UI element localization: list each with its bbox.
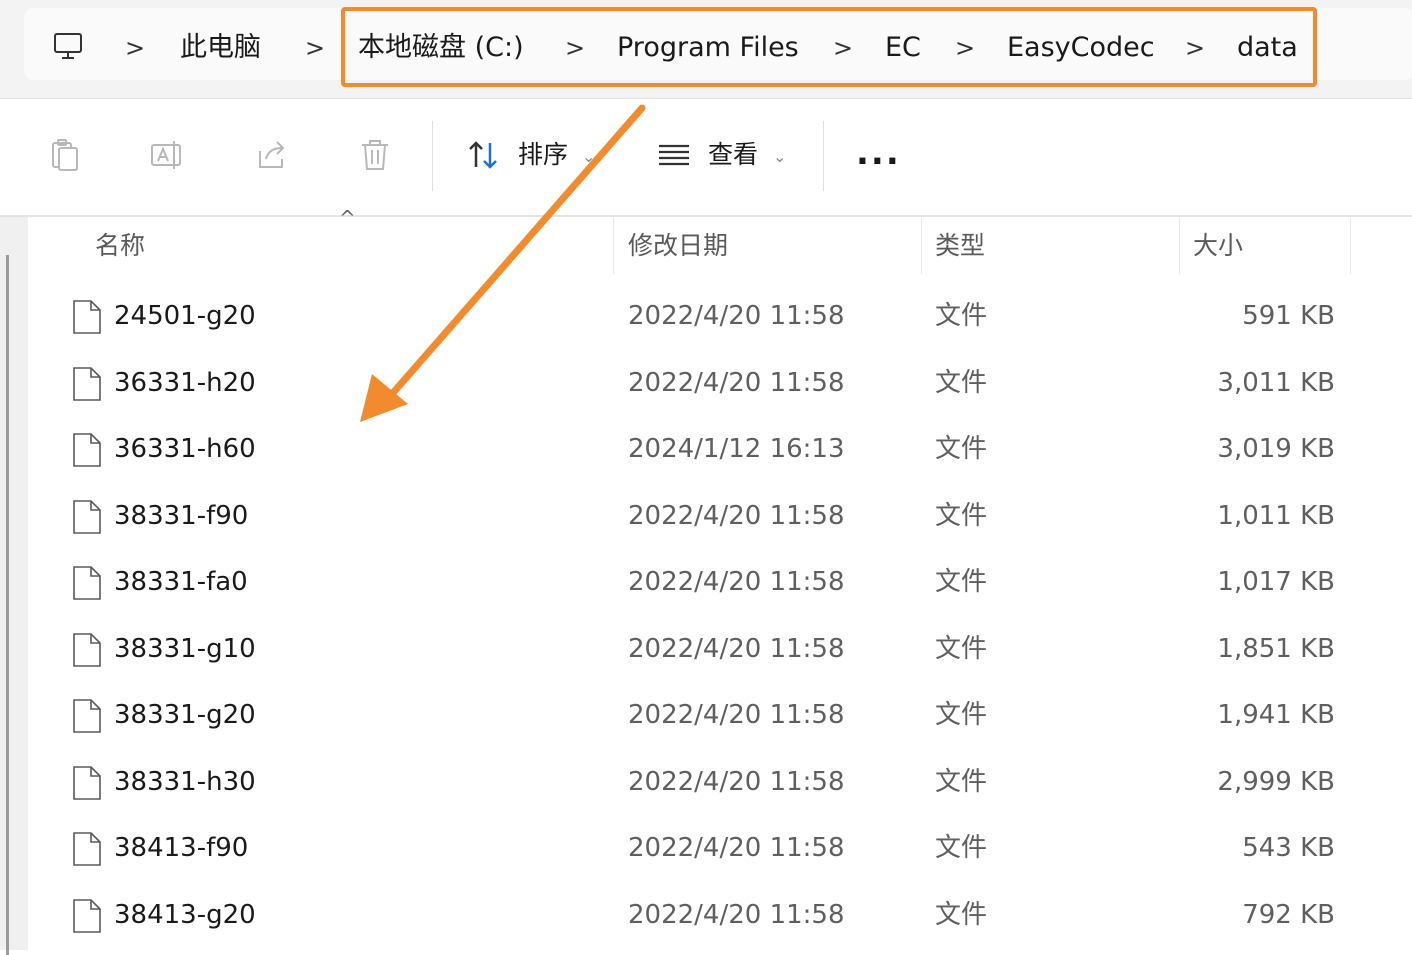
navigation-pane-edge [0, 217, 28, 955]
sort-ascending-caret-icon: ^ [339, 206, 356, 230]
file-name[interactable]: 36331-h60 [114, 416, 256, 482]
column-divider[interactable] [1179, 218, 1180, 274]
file-row[interactable]: 38331-g10 2022/4/20 11:58 文件 1,851 KB [28, 616, 1412, 682]
file-modified-date: 2022/4/20 11:58 [628, 833, 845, 863]
breadcrumb-separator[interactable]: > [125, 8, 145, 88]
file-modified-date: 2022/4/20 11:58 [628, 899, 845, 930]
file-icon [73, 566, 101, 600]
file-modified-date: 2022/4/20 11:58 [628, 567, 845, 597]
file-icon [73, 632, 101, 667]
breadcrumb-program-files[interactable]: Program Files [617, 8, 799, 88]
file-name[interactable]: 38331-g10 [114, 616, 256, 682]
column-divider[interactable] [1350, 218, 1351, 274]
file-modified-date: 2024/1/12 16:13 [628, 434, 845, 464]
file-icon [73, 898, 101, 933]
file-row[interactable]: 38331-g20 2022/4/20 11:58 文件 1,941 KB [28, 682, 1412, 748]
file-size: 1,941 KB [1217, 700, 1335, 730]
file-type: 文件 [935, 500, 988, 531]
copy-icon[interactable] [48, 137, 84, 173]
file-modified-date: 2022/4/20 11:58 [628, 367, 845, 398]
file-row[interactable]: 24501-g20 2022/4/20 11:58 文件 591 KB [28, 283, 1412, 349]
breadcrumb-separator[interactable]: > [1185, 8, 1205, 88]
file-name[interactable]: 38413-g20 [114, 882, 256, 948]
file-icon [73, 366, 101, 401]
file-icon [73, 832, 101, 866]
file-icon [73, 300, 101, 334]
breadcrumb-this-pc[interactable]: 此电脑 [180, 8, 261, 88]
file-size: 2,999 KB [1217, 766, 1335, 797]
file-type: 文件 [935, 367, 988, 398]
file-row[interactable]: 36331-h20 2022/4/20 11:58 文件 3,011 KB [28, 350, 1412, 416]
column-divider[interactable] [613, 218, 614, 274]
breadcrumb-easycodec[interactable]: EasyCodec [1007, 8, 1155, 88]
column-header-name[interactable]: 名称 [95, 226, 145, 266]
file-modified-date: 2022/4/20 11:58 [628, 766, 845, 797]
pane-scrollbar[interactable] [6, 255, 9, 955]
file-icon [73, 765, 101, 800]
breadcrumb-separator[interactable]: > [833, 8, 853, 88]
file-name[interactable]: 38331-fa0 [114, 549, 248, 615]
file-type: 文件 [935, 633, 988, 664]
file-row[interactable]: 36331-h60 2024/1/12 16:13 文件 3,019 KB [28, 416, 1412, 482]
file-modified-date: 2022/4/20 11:58 [628, 500, 845, 531]
file-row[interactable]: 38331-h30 2022/4/20 11:58 文件 2,999 KB [28, 749, 1412, 815]
file-size: 1,011 KB [1217, 500, 1335, 531]
toolbar-divider [432, 121, 433, 191]
view-icon[interactable] [656, 137, 692, 173]
file-name[interactable]: 38331-f90 [114, 483, 248, 549]
file-type: 文件 [935, 766, 988, 797]
share-icon[interactable] [254, 137, 290, 173]
file-row[interactable]: 38413-g20 2022/4/20 11:58 文件 792 KB [28, 882, 1412, 948]
file-row[interactable]: 38413-f90 2022/4/20 11:58 文件 543 KB [28, 815, 1412, 881]
breadcrumb-separator[interactable]: > [565, 8, 585, 88]
file-name[interactable]: 38413-f90 [114, 815, 248, 881]
file-icon [73, 433, 101, 467]
file-size: 543 KB [1242, 833, 1335, 863]
file-size: 792 KB [1242, 899, 1335, 930]
file-type: 文件 [935, 700, 988, 730]
breadcrumb-ec[interactable]: EC [885, 8, 921, 88]
file-type: 文件 [935, 434, 988, 464]
file-name[interactable]: 38331-g20 [114, 682, 256, 748]
column-divider[interactable] [921, 218, 922, 274]
toolbar-divider [823, 121, 824, 191]
file-type: 文件 [935, 833, 988, 863]
column-header-modified[interactable]: 修改日期 [628, 226, 728, 266]
more-options-button[interactable]: ... [856, 135, 901, 171]
file-size: 3,019 KB [1217, 434, 1335, 464]
view-button[interactable]: 查看 [708, 137, 758, 173]
this-pc-icon[interactable] [52, 30, 84, 62]
file-row[interactable]: 38331-fa0 2022/4/20 11:58 文件 1,017 KB [28, 549, 1412, 615]
file-size: 1,851 KB [1217, 633, 1335, 664]
file-type: 文件 [935, 899, 988, 930]
file-name[interactable]: 36331-h20 [114, 350, 256, 416]
chevron-down-icon[interactable]: ⌄ [582, 139, 595, 175]
breadcrumb-local-disk-c[interactable]: 本地磁盘 (C:) [358, 8, 524, 88]
column-header-type[interactable]: 类型 [935, 226, 985, 266]
command-toolbar: 排序 ⌄ 查看 ⌄ ... [0, 99, 1412, 217]
file-type: 文件 [935, 301, 988, 331]
sort-icon[interactable] [466, 137, 502, 173]
file-modified-date: 2022/4/20 11:58 [628, 633, 845, 664]
file-modified-date: 2022/4/20 11:58 [628, 301, 845, 331]
file-type: 文件 [935, 567, 988, 597]
file-icon [73, 699, 101, 733]
file-name[interactable]: 24501-g20 [114, 283, 256, 349]
file-modified-date: 2022/4/20 11:58 [628, 700, 845, 730]
breadcrumb-data[interactable]: data [1237, 8, 1298, 88]
file-icon [73, 499, 101, 534]
file-name[interactable]: 38331-h30 [114, 749, 256, 815]
file-size: 1,017 KB [1217, 567, 1335, 597]
rename-icon[interactable] [150, 137, 186, 173]
sort-button[interactable]: 排序 [518, 137, 568, 173]
file-size: 3,011 KB [1217, 367, 1335, 398]
breadcrumb-separator[interactable]: > [305, 8, 325, 88]
file-size: 591 KB [1242, 301, 1335, 331]
breadcrumb-separator[interactable]: > [955, 8, 975, 88]
column-header-size[interactable]: 大小 [1193, 226, 1243, 266]
chevron-down-icon[interactable]: ⌄ [773, 139, 786, 175]
file-row[interactable]: 38331-f90 2022/4/20 11:58 文件 1,011 KB [28, 483, 1412, 549]
delete-icon[interactable] [357, 137, 393, 173]
